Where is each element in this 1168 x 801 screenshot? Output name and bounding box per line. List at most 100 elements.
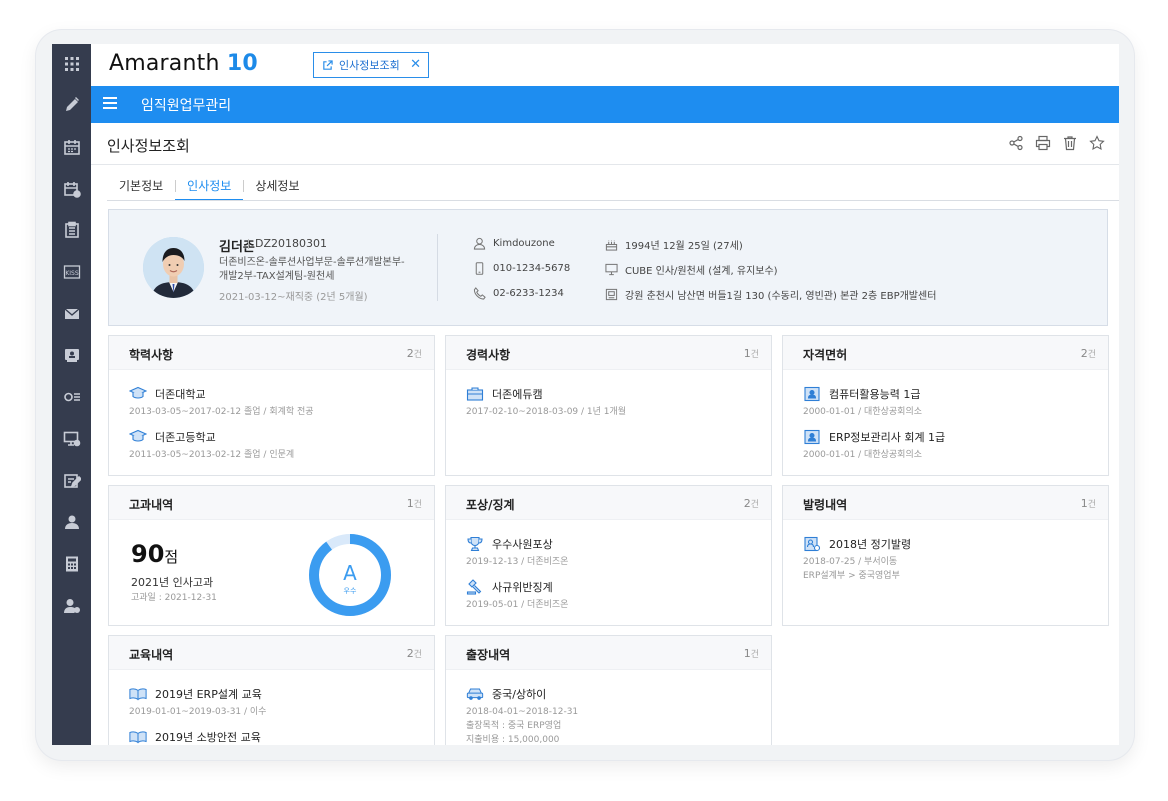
mobile-phone-icon [475,262,484,275]
open-tab-chip[interactable]: 인사정보조회 ✕ [313,52,429,78]
toggle-list-icon[interactable] [52,386,91,408]
page-title: 인사정보조회 [107,137,190,155]
reward-card: 포상/징계 2건 우수사원포상 2019-12-13 / 더존비즈온 사규위반징계… [445,485,772,626]
birthday: 1994년 12월 25일 (27세) [625,241,743,252]
list-item[interactable]: 우수사원포상 2019-12-13 / 더존비즈온 [466,536,568,569]
employee-department: 더존비즈온-솔루션사업부문-솔루션개발본부-개발2부-TAX설계팀-원천세 [219,257,405,282]
user-icon[interactable] [52,511,91,533]
calendar-icon[interactable] [52,136,91,158]
birthday-row: 1994년 12월 25일 (27세) [605,237,743,252]
app-grid-icon[interactable] [52,53,91,75]
tab-divider [107,200,1119,201]
user-document-icon [804,536,821,552]
evaluation-name: 2021년 인사고과 [131,576,214,589]
card-title: 자격면허 [803,348,848,362]
monitor-icon [605,263,618,276]
card-title: 경력사항 [466,348,511,362]
building-icon [605,288,618,301]
cake-icon [605,240,618,251]
page-header: 인사정보조회 [91,123,1119,165]
card-title: 포상/징계 [466,498,515,512]
card-count: 1건 [743,347,759,360]
card-title: 고과내역 [129,498,174,512]
module-title: 임직원업무관리 [141,98,232,114]
grade-letter: A [343,561,357,585]
tab-hr-info[interactable]: 인사정보 [175,175,244,201]
grade-ring: A 우수 [309,534,391,616]
monitor-settings-icon[interactable] [52,428,91,450]
card-title: 교육내역 [129,648,174,662]
top-bar: Amaranth 10 인사정보조회 ✕ [91,44,1119,86]
certificate-icon [804,429,820,445]
svg-text:KISS: KISS [65,270,79,277]
graduation-cap-icon [129,429,147,442]
evaluation-score: 90점 [131,540,179,568]
list-item[interactable]: 더존고등학교 2011-03-05~2013-02-12 졸업 / 인문계 [129,429,294,462]
list-item[interactable]: 컴퓨터활용능력 1급 2000-01-01 / 대한상공회의소 [803,386,922,419]
open-book-icon [129,731,147,744]
car-icon [466,688,484,700]
gavel-icon [466,579,482,595]
trip-card: 출장내역 1건 중국/상하이 2018-04-01~2018-12-31 출장목적 … [445,635,772,745]
list-item[interactable]: 더존대학교 2013-03-05~2017-02-12 졸업 / 회계학 전공 [129,386,314,419]
tab-basic-info[interactable]: 기본정보 [107,175,175,201]
list-item[interactable]: 중국/상하이 2018-04-01~2018-12-31 출장목적 : 중국 ER… [466,686,578,745]
contacts-icon[interactable] [52,344,91,366]
main-area: Amaranth 10 인사정보조회 ✕ 임직원업무관리 인사정보조회 기본정보… [91,44,1119,745]
card-count: 1건 [743,647,759,660]
profile-divider [437,234,438,301]
list-item[interactable]: 더존에듀캠 2017-02-10~2018-03-09 / 1년 1개월 [466,386,626,419]
tab-detail-info[interactable]: 상세정보 [243,175,311,201]
grade-label: 우수 [344,587,357,595]
card-count: 1건 [1080,497,1096,510]
calculator-icon[interactable] [52,553,91,575]
training-card: 교육내역 2건 2019년 ERP설계 교육 2019-01-01~2019-03… [108,635,435,745]
info-tabs: 기본정보 인사정보 상세정보 [107,175,312,201]
star-icon[interactable] [1089,135,1105,151]
user-settings-icon[interactable] [52,595,91,617]
profile-panel: 김더존 DZ20180301 더존비즈온-솔루션사업부문-솔루션개발본부-개발2… [108,209,1108,326]
list-item[interactable]: 2019년 ERP설계 교육 2019-01-01~2019-03-31 / 이… [129,686,266,719]
external-link-icon [323,59,333,70]
open-book-icon [129,688,147,701]
mobile-row: 010-1234-5678 [473,262,570,275]
hamburger-menu-icon[interactable] [103,97,117,111]
mobile-number: 010-1234-5678 [493,263,571,274]
employment-period: 2021-03-12~재직중 (2년 5개월) [219,292,368,303]
card-count: 2건 [406,347,422,360]
trophy-icon [467,536,483,552]
certificate-icon [804,386,820,402]
module-bar: 임직원업무관리 [91,86,1119,123]
close-icon[interactable]: ✕ [410,57,421,72]
login-id: Kimdouzone [493,238,555,249]
mail-icon[interactable] [52,303,91,325]
phone-row: 02-6233-1234 [473,287,564,300]
edit-document-icon[interactable] [52,470,91,492]
share-icon[interactable] [1008,135,1024,151]
print-icon[interactable] [1035,135,1051,151]
clipboard-icon[interactable] [52,219,91,241]
kiss-icon[interactable]: KISS [52,261,91,283]
pen-icon[interactable] [52,94,91,116]
list-item[interactable]: 2018년 정기발령 2018-07-25 / 부서이동 ERP설계부 > 중국영… [803,536,911,583]
address: 강원 춘천시 남산면 버들1길 130 (수동리, 영빈관) 본관 2층 EBP… [625,291,937,302]
address-row: 강원 춘천시 남산면 버들1길 130 (수동리, 영빈관) 본관 2층 EBP… [605,287,936,302]
card-title: 발령내역 [803,498,848,512]
list-item[interactable]: 사규위반징계 2019-05-01 / 더존비즈온 [466,579,568,612]
app-logo[interactable]: Amaranth 10 [109,51,258,76]
evaluation-date: 고과일 : 2021-12-31 [131,593,217,603]
list-item[interactable]: ERP정보관리사 회계 1급 2000-01-01 / 대한상공회의소 [803,429,945,462]
phone-icon [473,287,486,300]
avatar [143,237,204,298]
schedule-icon[interactable] [52,178,91,200]
work-description: CUBE 인사/원천세 (설계, 유지보수) [625,266,778,277]
card-count: 2건 [406,647,422,660]
delete-icon[interactable] [1062,135,1078,151]
list-item[interactable]: 2019년 소방안전 교육 [129,729,261,745]
user-icon [473,237,486,250]
card-title: 출장내역 [466,648,511,662]
login-id-row: Kimdouzone [473,237,555,250]
card-title: 학력사항 [129,348,174,362]
license-card: 자격면허 2건 컴퓨터활용능력 1급 2000-01-01 / 대한상공회의소 E… [782,335,1109,476]
employee-id: DZ20180301 [248,237,327,250]
